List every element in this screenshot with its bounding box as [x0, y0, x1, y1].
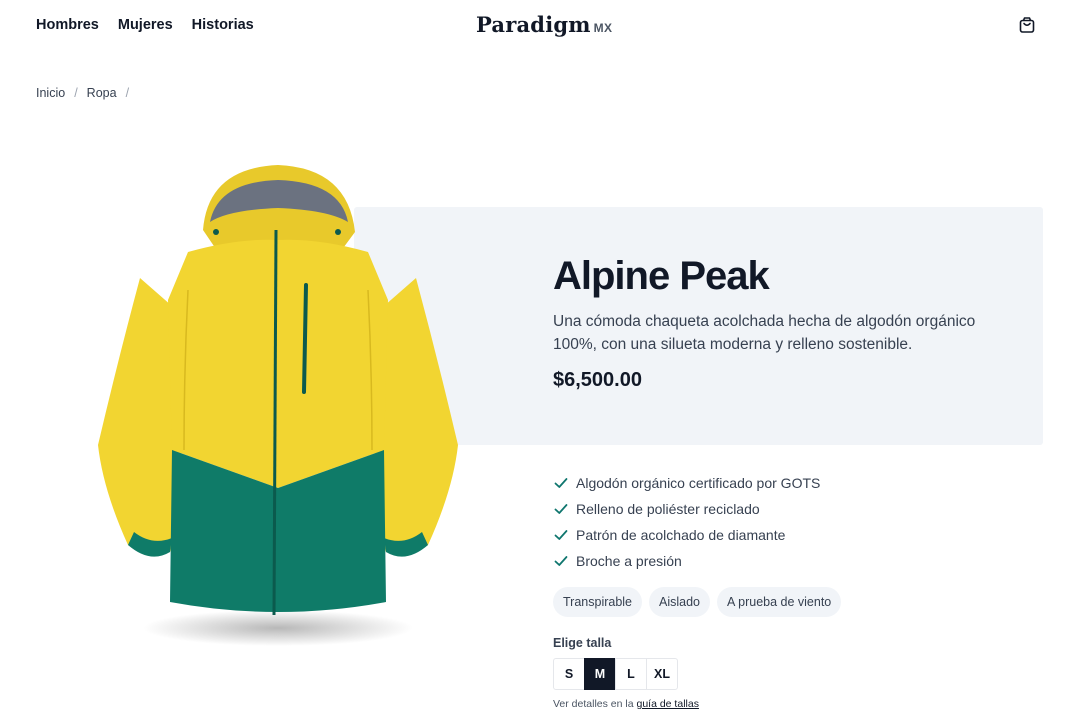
breadcrumb-item-ropa[interactable]: Ropa	[87, 86, 117, 100]
product-price: $6,500.00	[553, 369, 642, 391]
size-guide-link[interactable]: guía de tallas	[636, 698, 698, 710]
product-title: Alpine Peak	[553, 254, 770, 298]
breadcrumb-separator: /	[125, 86, 130, 100]
breadcrumb: Inicio / Ropa /	[36, 86, 138, 100]
tag-a-prueba-de-viento: A prueba de viento	[717, 587, 842, 617]
size-guide-note: Ver detalles en la guía de tallas	[553, 698, 699, 710]
size-option-xl[interactable]: XL	[646, 658, 678, 690]
check-icon	[554, 556, 568, 566]
nav-link-historias[interactable]: Historias	[192, 17, 254, 33]
feature-text: Relleno de poliéster reciclado	[576, 501, 760, 517]
nav-link-hombres[interactable]: Hombres	[36, 17, 99, 33]
tag-transpirable: Transpirable	[553, 587, 643, 617]
feature-text: Broche a presión	[576, 553, 682, 569]
product-image	[98, 165, 458, 646]
product-description: Una cómoda chaqueta acolchada hecha de a…	[553, 313, 976, 353]
breadcrumb-separator: /	[74, 86, 78, 100]
feature-item: Patrón de acolchado de diamante	[553, 522, 820, 548]
site-header: Hombres Mujeres Historias Paradigm MX	[0, 0, 1080, 52]
size-option-l[interactable]: L	[615, 658, 647, 690]
size-note-text: Ver detalles en la	[553, 698, 634, 710]
nav-link-mujeres[interactable]: Mujeres	[118, 17, 173, 33]
feature-item: Broche a presión	[553, 548, 820, 574]
feature-text: Algodón orgánico certificado por GOTS	[576, 475, 821, 491]
size-label: Elige talla	[553, 636, 612, 650]
feature-item: Relleno de poliéster reciclado	[553, 496, 820, 522]
feature-text: Patrón de acolchado de diamante	[576, 527, 786, 543]
check-icon	[554, 530, 568, 540]
brand-suffix: MX	[593, 21, 613, 35]
feature-list: Algodón orgánico certificado por GOTS Re…	[553, 470, 820, 574]
tag-list: Transpirable Aislado A prueba de viento	[553, 587, 842, 617]
brand-logo[interactable]: Paradigm MX	[476, 12, 612, 37]
breadcrumb-item-inicio[interactable]: Inicio	[36, 86, 65, 100]
brand-name: Paradigm	[476, 12, 591, 37]
feature-item: Algodón orgánico certificado por GOTS	[553, 470, 820, 496]
tag-aislado: Aislado	[649, 587, 711, 617]
size-selector: S M L XL	[553, 658, 678, 690]
check-icon	[554, 504, 568, 514]
check-icon	[554, 478, 568, 488]
shopping-bag-icon[interactable]	[1017, 15, 1037, 35]
main-nav: Hombres Mujeres Historias	[36, 17, 254, 33]
size-option-s[interactable]: S	[553, 658, 585, 690]
size-option-m[interactable]: M	[584, 658, 616, 690]
